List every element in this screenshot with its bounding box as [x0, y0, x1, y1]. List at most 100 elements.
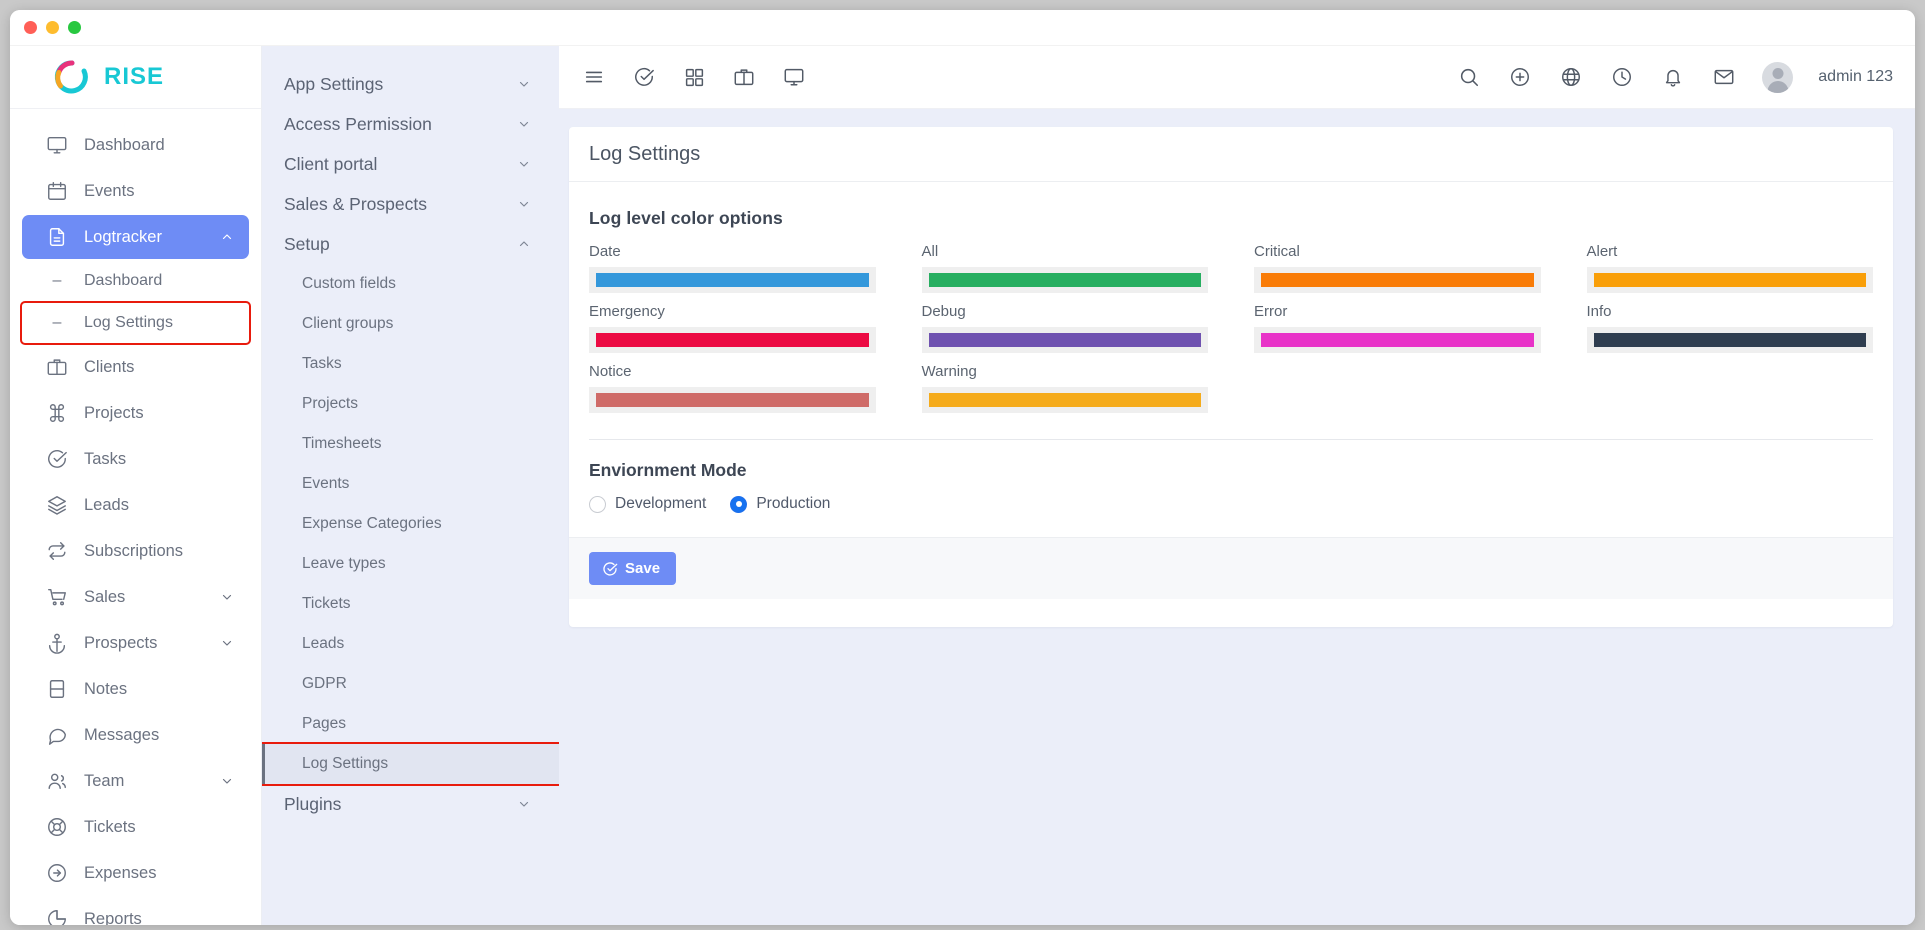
chevron-down-icon[interactable] — [221, 637, 233, 649]
radio-button[interactable] — [589, 495, 606, 513]
settings-item-custom-fields[interactable]: Custom fields — [262, 264, 559, 304]
chevron-up-icon[interactable] — [221, 231, 233, 243]
globe-icon[interactable] — [1558, 64, 1584, 90]
radio-option-production[interactable]: Production — [730, 495, 830, 513]
sidebar-item-messages[interactable]: Messages — [22, 713, 249, 757]
sidebar-item-expenses[interactable]: Expenses — [22, 851, 249, 895]
settings-item-label: Leave types — [302, 555, 386, 572]
color-picker-notice[interactable] — [589, 387, 876, 413]
color-picker-error[interactable] — [1254, 327, 1541, 353]
monitor-icon[interactable] — [781, 64, 807, 90]
settings-group-label: Sales & Prospects — [284, 193, 427, 214]
settings-item-timesheets[interactable]: Timesheets — [262, 424, 559, 464]
color-picker-all[interactable] — [921, 267, 1208, 293]
color-picker-warning[interactable] — [921, 387, 1208, 413]
sidebar-item-projects[interactable]: Projects — [22, 391, 249, 435]
color-field-label: Date — [589, 243, 621, 260]
settings-item-pages[interactable]: Pages — [262, 704, 559, 744]
calendar-icon — [46, 180, 68, 202]
settings-item-leads[interactable]: Leads — [262, 624, 559, 664]
settings-group-app-settings[interactable]: App Settings — [262, 64, 559, 104]
color-picker-emergency[interactable] — [589, 327, 876, 353]
window-minimize-button[interactable] — [46, 21, 59, 34]
sidebar-item-label: Dashboard — [84, 135, 165, 154]
chevron-down-icon[interactable] — [518, 158, 531, 171]
settings-item-tasks[interactable]: Tasks — [262, 344, 559, 384]
color-swatch — [928, 273, 1201, 287]
settings-item-leave-types[interactable]: Leave types — [262, 544, 559, 584]
sidebar-item-leads[interactable]: Leads — [22, 483, 249, 527]
sidebar-item-notes[interactable]: Notes — [22, 667, 249, 711]
color-picker-info[interactable] — [1586, 327, 1873, 353]
sidebar-subitem-dashboard[interactable]: – Dashboard — [22, 261, 249, 301]
window-close-button[interactable] — [24, 21, 37, 34]
sidebar-subitem-label: Dashboard — [84, 272, 163, 289]
user-name-label[interactable]: admin 123 — [1818, 68, 1893, 86]
menu-icon[interactable] — [581, 64, 607, 90]
sidebar-item-subscriptions[interactable]: Subscriptions — [22, 529, 249, 573]
color-field-label: Alert — [1586, 243, 1618, 260]
sidebar-item-events[interactable]: Events — [22, 169, 249, 213]
grid-icon[interactable] — [681, 64, 707, 90]
color-picker-alert[interactable] — [1586, 267, 1873, 293]
chevron-down-icon[interactable] — [518, 78, 531, 91]
settings-item-expense-categories[interactable]: Expense Categories — [262, 504, 559, 544]
settings-item-tickets[interactable]: Tickets — [262, 584, 559, 624]
settings-group-client-portal[interactable]: Client portal — [262, 144, 559, 184]
color-picker-date[interactable] — [589, 267, 876, 293]
chevron-up-icon[interactable] — [518, 238, 531, 251]
chevron-down-icon[interactable] — [221, 591, 233, 603]
settings-group-access-permission[interactable]: Access Permission — [262, 104, 559, 144]
settings-item-client-groups[interactable]: Client groups — [262, 304, 559, 344]
sidebar-item-tickets[interactable]: Tickets — [22, 805, 249, 849]
settings-item-events[interactable]: Events — [262, 464, 559, 504]
sidebar-item-tasks[interactable]: Tasks — [22, 437, 249, 481]
clock-icon[interactable] — [1609, 64, 1635, 90]
color-field-label: Info — [1586, 303, 1612, 320]
plus-circle-icon[interactable] — [1507, 64, 1533, 90]
settings-item-log-settings[interactable]: Log Settings — [262, 742, 559, 786]
mail-icon[interactable] — [1711, 64, 1737, 90]
window-maximize-button[interactable] — [68, 21, 81, 34]
pie-chart-icon — [46, 908, 68, 925]
command-icon — [46, 402, 68, 424]
search-icon[interactable] — [1456, 64, 1482, 90]
sidebar-item-dashboard[interactable]: Dashboard — [22, 123, 249, 167]
color-field-label: All — [921, 243, 939, 260]
settings-item-label: Custom fields — [302, 275, 396, 292]
radio-label: Development — [615, 495, 707, 512]
settings-group-setup[interactable]: Setup — [262, 224, 559, 264]
sidebar-item-label: Tasks — [84, 449, 127, 468]
avatar[interactable] — [1762, 61, 1794, 93]
briefcase-icon[interactable] — [731, 64, 757, 90]
settings-group-plugins[interactable]: Plugins — [262, 784, 559, 824]
sidebar-item-reports[interactable]: Reports — [22, 897, 249, 925]
color-picker-critical[interactable] — [1254, 267, 1541, 293]
sidebar-item-prospects[interactable]: Prospects — [22, 621, 249, 665]
file-icon — [46, 226, 68, 248]
sidebar-item-sales[interactable]: Sales — [22, 575, 249, 619]
save-button[interactable]: Save — [589, 552, 677, 585]
anchor-icon — [46, 632, 68, 654]
chevron-down-icon[interactable] — [518, 798, 531, 811]
bell-icon[interactable] — [1660, 64, 1686, 90]
chevron-down-icon[interactable] — [221, 775, 233, 787]
color-field-warning: Warning — [921, 363, 1208, 413]
brand-logo-area[interactable]: RISE — [10, 46, 261, 109]
sidebar-item-team[interactable]: Team — [22, 759, 249, 803]
chevron-down-icon[interactable] — [518, 118, 531, 131]
settings-item-gdpr[interactable]: GDPR — [262, 664, 559, 704]
radio-option-development[interactable]: Development — [589, 495, 706, 513]
sidebar-subitem-log-settings[interactable]: – Log Settings — [20, 301, 251, 345]
radio-button[interactable] — [730, 495, 748, 513]
color-field-label: Critical — [1254, 243, 1300, 260]
color-field-label: Debug — [921, 303, 966, 320]
color-picker-debug[interactable] — [921, 327, 1208, 353]
environment-radio-group: Development Production — [589, 495, 1873, 537]
settings-group-sales-prospects[interactable]: Sales & Prospects — [262, 184, 559, 224]
settings-item-projects[interactable]: Projects — [262, 384, 559, 424]
sidebar-item-logtracker[interactable]: Logtracker — [22, 215, 249, 259]
sidebar-item-clients[interactable]: Clients — [22, 345, 249, 389]
chevron-down-icon[interactable] — [518, 198, 531, 211]
check-circle-icon[interactable] — [631, 64, 657, 90]
